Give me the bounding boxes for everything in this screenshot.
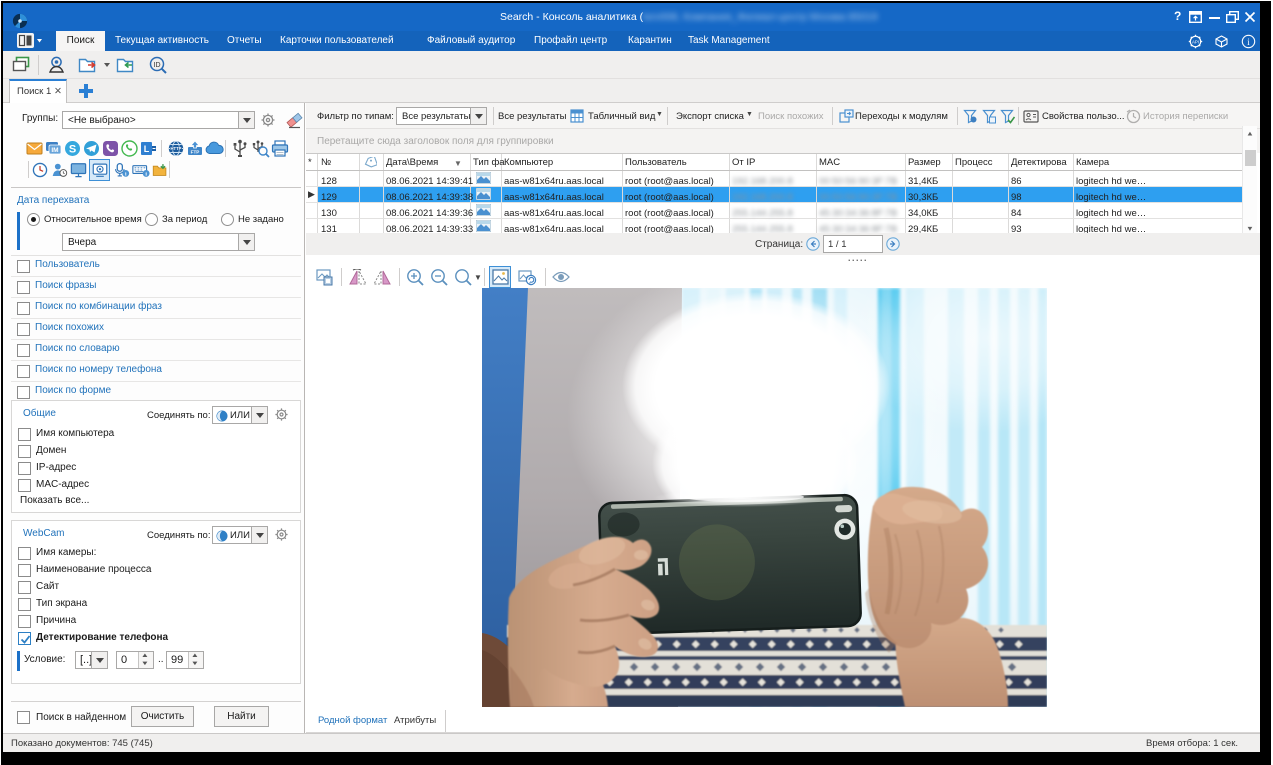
- svg-text:L: L: [144, 144, 150, 154]
- svg-text:S: S: [69, 144, 76, 156]
- svg-text:i: i: [1247, 37, 1250, 47]
- svg-text:FTP: FTP: [191, 150, 200, 155]
- svg-text:IM: IM: [51, 147, 58, 154]
- svg-text:ID: ID: [154, 62, 161, 69]
- svg-text:API: API: [1192, 39, 1199, 44]
- svg-text:HTTP: HTTP: [171, 146, 182, 151]
